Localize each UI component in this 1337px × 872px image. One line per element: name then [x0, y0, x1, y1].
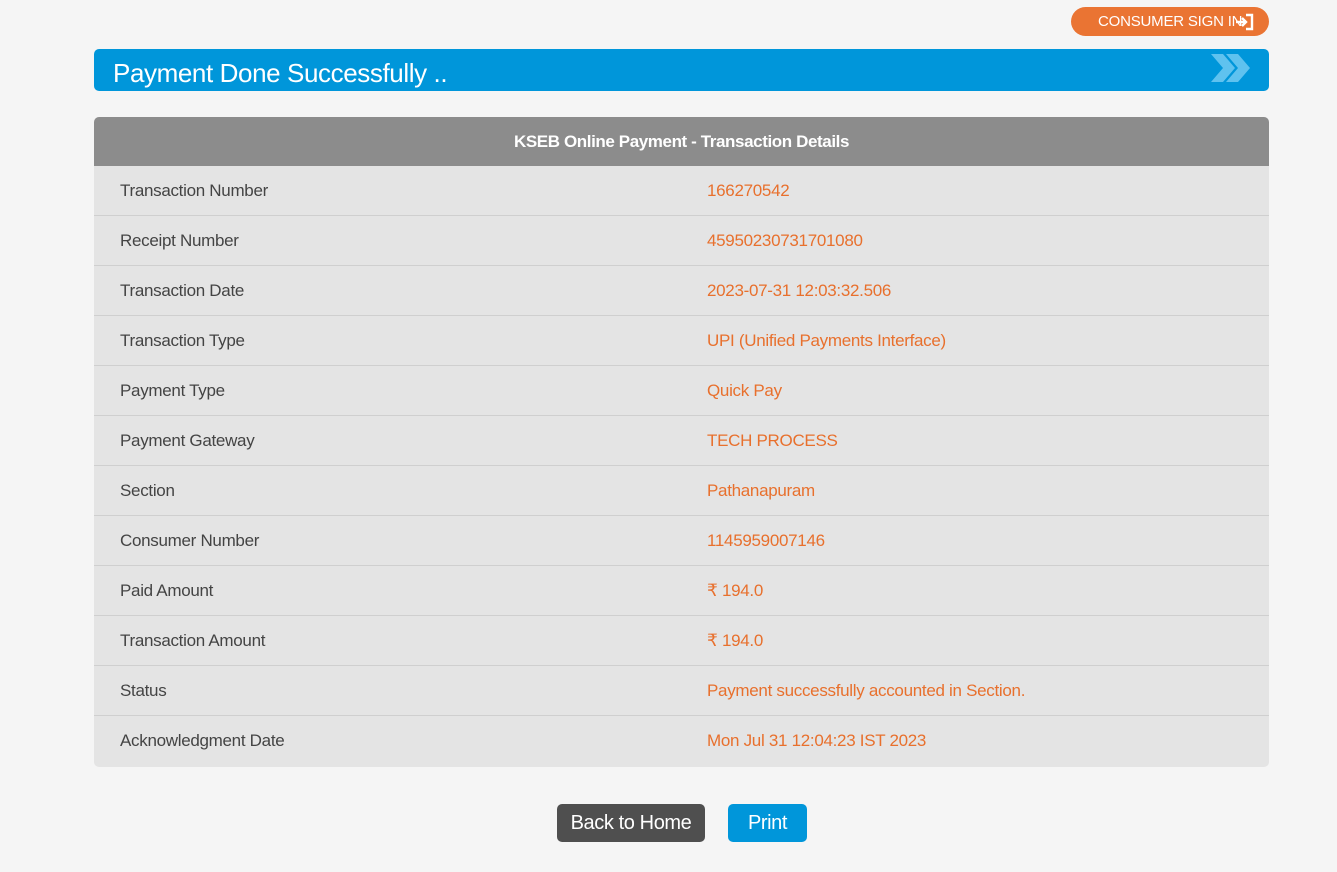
- detail-label: Receipt Number: [120, 231, 239, 250]
- transaction-details-rows: Transaction Number 166270542 Receipt Num…: [94, 166, 1269, 766]
- detail-value: 45950230731701080: [707, 231, 863, 250]
- sign-in-icon: [1236, 13, 1254, 31]
- consumer-sign-in-button[interactable]: CONSUMER SIGN IN: [1071, 7, 1269, 36]
- detail-value: TECH PROCESS: [707, 431, 838, 450]
- detail-value: Payment successfully accounted in Sectio…: [707, 681, 1026, 700]
- detail-row-payment-gateway: Payment Gateway TECH PROCESS: [94, 416, 1269, 466]
- detail-value: 166270542: [707, 181, 790, 200]
- detail-label: Transaction Number: [120, 181, 268, 200]
- detail-value: 1145959007146: [707, 531, 825, 550]
- detail-label: Paid Amount: [120, 581, 214, 600]
- double-chevron-right-icon: [1211, 54, 1250, 82]
- detail-value: ₹ 194.0: [707, 631, 763, 650]
- detail-label: Payment Gateway: [120, 431, 255, 450]
- detail-label: Transaction Amount: [120, 631, 266, 650]
- detail-value: UPI (Unified Payments Interface): [707, 331, 946, 350]
- detail-row-payment-type: Payment Type Quick Pay: [94, 366, 1269, 416]
- consumer-sign-in-label: CONSUMER SIGN IN: [1098, 13, 1243, 30]
- detail-value: 2023-07-31 12:03:32.506: [707, 281, 892, 300]
- detail-row-paid-amount: Paid Amount ₹ 194.0: [94, 566, 1269, 616]
- detail-row-transaction-number: Transaction Number 166270542: [94, 166, 1269, 216]
- detail-label: Status: [120, 681, 167, 700]
- banner-title: Payment Done Successfully ..: [113, 58, 448, 88]
- transaction-details-card: KSEB Online Payment - Transaction Detail…: [94, 117, 1269, 767]
- detail-row-transaction-amount: Transaction Amount ₹ 194.0: [94, 616, 1269, 666]
- detail-row-section: Section Pathanapuram: [94, 466, 1269, 516]
- detail-label: Transaction Type: [120, 331, 245, 350]
- detail-value: Mon Jul 31 12:04:23 IST 2023: [707, 731, 927, 750]
- detail-label: Acknowledgment Date: [120, 731, 285, 750]
- detail-row-transaction-date: Transaction Date 2023-07-31 12:03:32.506: [94, 266, 1269, 316]
- detail-label: Transaction Date: [120, 281, 245, 300]
- detail-row-transaction-type: Transaction Type UPI (Unified Payments I…: [94, 316, 1269, 366]
- detail-row-acknowledgment-date: Acknowledgment Date Mon Jul 31 12:04:23 …: [94, 716, 1269, 766]
- transaction-details-title: KSEB Online Payment - Transaction Detail…: [94, 117, 1269, 166]
- back-to-home-button[interactable]: Back to Home: [557, 804, 705, 842]
- detail-value: Quick Pay: [707, 381, 782, 400]
- detail-row-receipt-number: Receipt Number 45950230731701080: [94, 216, 1269, 266]
- detail-value: ₹ 194.0: [707, 581, 763, 600]
- detail-row-status: Status Payment successfully accounted in…: [94, 666, 1269, 716]
- detail-label: Consumer Number: [120, 531, 260, 550]
- print-button[interactable]: Print: [728, 804, 807, 842]
- detail-label: Payment Type: [120, 381, 225, 400]
- detail-row-consumer-number: Consumer Number 1145959007146: [94, 516, 1269, 566]
- payment-success-page: CONSUMER SIGN IN Payment Done Successful…: [0, 0, 1337, 872]
- detail-label: Section: [120, 481, 175, 500]
- success-banner: Payment Done Successfully ..: [94, 49, 1269, 91]
- detail-value: Pathanapuram: [707, 481, 815, 500]
